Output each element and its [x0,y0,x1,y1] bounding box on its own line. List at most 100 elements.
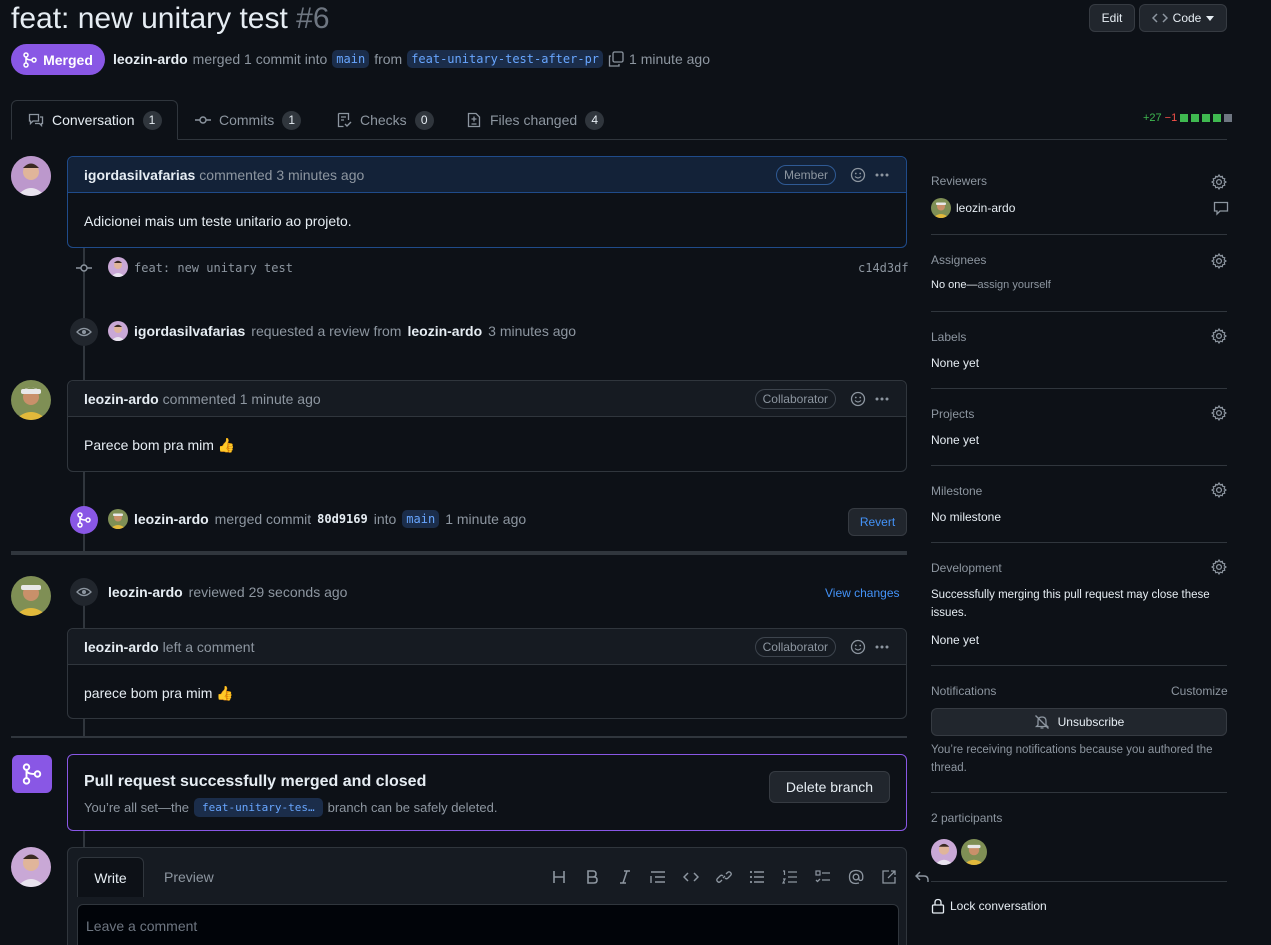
sidebar-divider [931,792,1227,793]
tab-conversation[interactable]: Conversation 1 [11,100,178,140]
tab-commits[interactable]: Commits 1 [179,100,317,140]
code-button[interactable]: Code [1139,4,1227,32]
checklist-icon [336,112,352,128]
timeline-line [83,605,85,628]
event-author[interactable]: leozin-ardo [108,584,183,600]
quote-icon[interactable] [646,865,670,889]
tasklist-icon[interactable] [811,865,835,889]
commit-message[interactable]: feat: new unitary test [134,261,293,275]
delete-branch-button[interactable]: Delete branch [769,771,890,803]
comment-action[interactable]: commented 1 minute ago [163,391,321,407]
comment-icon[interactable] [1213,200,1229,216]
view-changes-link[interactable]: View changes [825,586,900,600]
comment-card: leozin-ardo left a comment Collaborator … [67,628,907,719]
write-tab[interactable]: Write [77,857,144,897]
avatar[interactable] [11,380,51,420]
development-label[interactable]: Development [931,561,1002,575]
kebab-horizontal-icon[interactable] [870,387,894,411]
head-branch[interactable]: feat-unitary-tes… [194,798,323,817]
gear-icon[interactable] [1211,482,1227,498]
ordered-list-icon[interactable] [778,865,802,889]
reviewers-label[interactable]: Reviewers [931,174,987,188]
event-time[interactable]: 3 minutes ago [488,323,576,339]
comment-action[interactable]: commented 3 minutes ago [199,167,364,183]
comment-action: left a comment [162,638,255,655]
revert-button[interactable]: Revert [848,508,907,536]
participant-avatar[interactable] [931,839,957,865]
milestone-label[interactable]: Milestone [931,484,982,498]
merge-commit-sha[interactable]: 80d9169 [317,512,368,526]
customize-link[interactable]: Customize [1171,684,1228,698]
review-event: leozin-ardo reviewed 29 seconds ago [108,584,347,600]
comment-textarea[interactable]: Leave a comment [77,904,899,945]
kebab-horizontal-icon[interactable] [870,635,894,659]
unsubscribe-button[interactable]: Unsubscribe [931,708,1227,736]
mention-icon[interactable] [844,865,868,889]
gear-icon[interactable] [1211,253,1227,269]
avatar[interactable] [11,156,51,196]
avatar[interactable] [11,847,51,887]
status-badge-label: Merged [43,51,93,68]
reviewer-item[interactable]: leozin-ardo [931,198,1015,218]
labels-value: None yet [931,356,980,370]
bold-icon[interactable] [580,865,604,889]
avatar[interactable] [108,509,128,529]
event-author[interactable]: leozin-ardo [134,511,209,527]
labels-label[interactable]: Labels [931,330,966,344]
tab-checks[interactable]: Checks 0 [320,100,450,140]
event-text[interactable]: reviewed 29 seconds ago [189,584,348,600]
tab-files-changed[interactable]: Files changed 4 [450,100,620,140]
base-branch[interactable]: main [332,50,370,68]
projects-label[interactable]: Projects [931,407,974,421]
gear-icon[interactable] [1211,559,1227,575]
file-diff-icon [466,112,482,128]
status-badge: Merged [11,44,105,75]
sidebar-divider [931,311,1227,312]
heading-icon[interactable] [547,865,571,889]
merged-box-text2: branch can be safely deleted. [327,800,498,815]
avatar[interactable] [108,257,128,277]
copy-icon[interactable] [608,51,624,67]
preview-tab[interactable]: Preview [164,869,214,885]
merge-badge [70,506,98,534]
smiley-icon[interactable] [846,163,870,187]
timeline-line [83,830,85,847]
participant-avatar[interactable] [961,839,987,865]
pr-author-link[interactable]: leozin-ardo [113,51,188,67]
reply-icon[interactable] [910,865,934,889]
gear-icon[interactable] [1211,405,1227,421]
caret-down-icon [1206,14,1215,22]
edit-button[interactable]: Edit [1089,4,1135,32]
italic-icon[interactable] [613,865,637,889]
tab-label: Checks [360,112,407,128]
head-branch[interactable]: feat-unitary-test-after-pr [407,50,604,68]
lock-icon [931,898,945,914]
assignees-label[interactable]: Assignees [931,253,986,267]
event-time[interactable]: 1 minute ago [445,511,526,527]
lock-conversation[interactable]: Lock conversation [931,898,1047,914]
gear-icon[interactable] [1211,328,1227,344]
avatar[interactable] [11,576,51,616]
base-branch[interactable]: main [402,510,440,528]
event-reviewer[interactable]: leozin-ardo [407,323,482,339]
cross-reference-icon[interactable] [877,865,901,889]
commit-icon [195,112,211,128]
code-icon[interactable] [679,865,703,889]
comment-author[interactable]: leozin-ardo [84,639,159,655]
gear-icon[interactable] [1211,174,1227,190]
commit-sha[interactable]: c14d3df [858,261,909,275]
eye-icon [76,584,92,600]
comment-author[interactable]: leozin-ardo [84,391,159,407]
smiley-icon[interactable] [846,387,870,411]
sidebar-divider [931,388,1227,389]
smiley-icon[interactable] [846,635,870,659]
assign-yourself-link[interactable]: assign yourself [977,279,1050,291]
comment-card: leozin-ardo commented 1 minute ago Colla… [67,380,907,472]
edit-button-label: Edit [1101,11,1123,25]
event-author[interactable]: igordasilvafarias [134,323,245,339]
comment-author[interactable]: igordasilvafarias [84,167,195,183]
unordered-list-icon[interactable] [745,865,769,889]
kebab-horizontal-icon[interactable] [870,163,894,187]
link-icon[interactable] [712,865,736,889]
avatar[interactable] [108,321,128,341]
